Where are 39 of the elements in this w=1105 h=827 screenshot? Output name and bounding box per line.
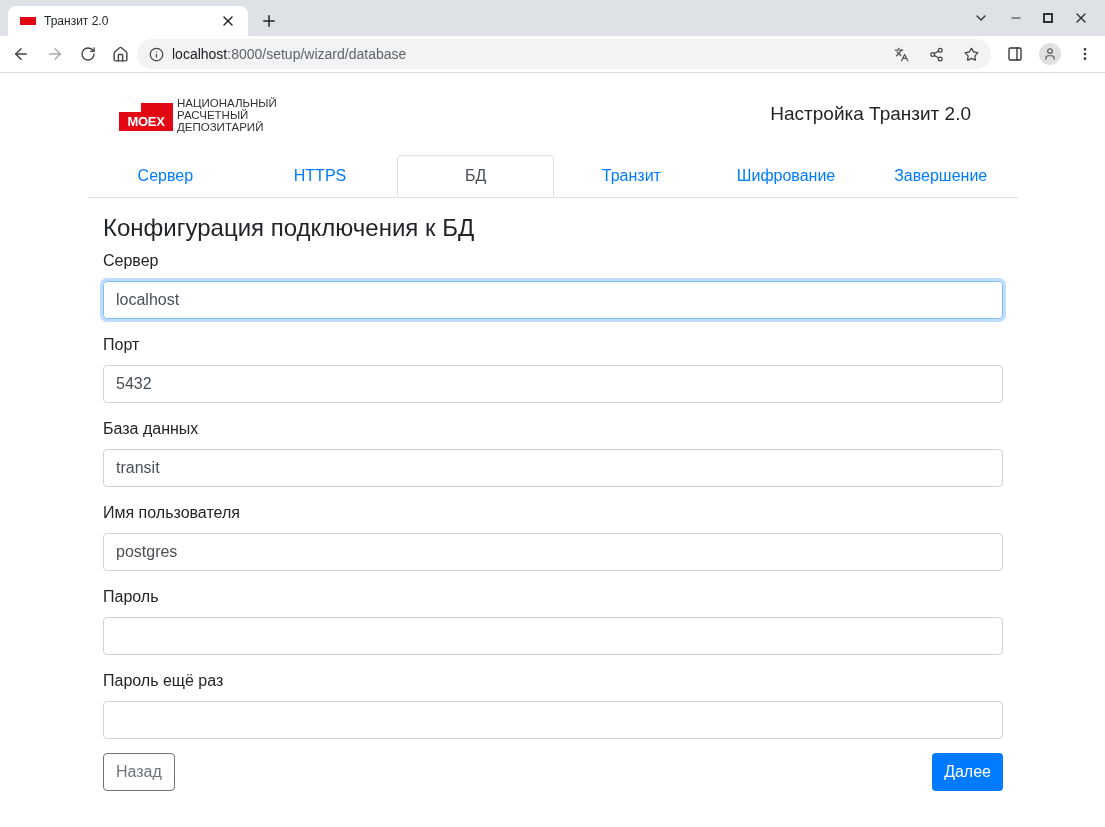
address-bar[interactable]: localhost:8000/setup/wizard/database: [137, 39, 991, 69]
browser-tab[interactable]: Транзит 2.0: [8, 6, 248, 36]
wizard-tab[interactable]: Шифрование: [708, 155, 864, 197]
input-field[interactable]: transit: [103, 449, 1003, 487]
form-title: Конфигурация подключения к БД: [103, 213, 476, 243]
field-label: Пароль: [103, 587, 160, 607]
profile-icon[interactable]: [1039, 43, 1061, 65]
input-field[interactable]: localhost: [103, 281, 1003, 319]
home-icon[interactable]: [112, 45, 129, 63]
new-tab-icon[interactable]: [260, 12, 278, 30]
wizard-tab[interactable]: БД: [397, 155, 554, 197]
bookmark-star-icon[interactable]: [964, 46, 979, 62]
restore-icon[interactable]: [1043, 13, 1053, 23]
next-button[interactable]: Далее: [932, 753, 1003, 791]
field-label: Имя пользователя: [103, 503, 241, 523]
reload-icon[interactable]: [80, 46, 96, 62]
input-field[interactable]: 5432: [103, 365, 1003, 403]
back-button[interactable]: Назад: [103, 753, 175, 791]
input-field[interactable]: [103, 701, 1003, 739]
logo-text: НАЦИОНАЛЬНЫЙ РАСЧЕТНЫЙ ДЕПОЗИТАРИЙ: [177, 97, 277, 133]
translate-icon[interactable]: [894, 46, 909, 62]
url-text: localhost:8000/setup/wizard/database: [172, 44, 407, 64]
tab-title: Транзит 2.0: [44, 13, 110, 30]
info-icon[interactable]: [149, 46, 164, 62]
input-field[interactable]: postgres: [103, 533, 1003, 571]
input-field[interactable]: [103, 617, 1003, 655]
side-panel-icon[interactable]: [1007, 46, 1023, 62]
back-icon[interactable]: [12, 45, 30, 63]
wizard-tab[interactable]: HTTPS: [242, 155, 398, 197]
field-label: Порт: [103, 335, 141, 355]
favicon-icon: [20, 17, 36, 25]
field-label: Сервер: [103, 251, 160, 271]
page-title: Настройка Транзит 2.0: [770, 101, 971, 126]
field-label: Пароль ещё раз: [103, 671, 225, 691]
wizard-tab[interactable]: Сервер: [88, 155, 243, 197]
share-icon[interactable]: [929, 46, 944, 62]
field-label: База данных: [103, 419, 200, 439]
wizard-tab[interactable]: Транзит: [554, 155, 709, 197]
wizard-tab[interactable]: Завершение: [863, 155, 1019, 197]
